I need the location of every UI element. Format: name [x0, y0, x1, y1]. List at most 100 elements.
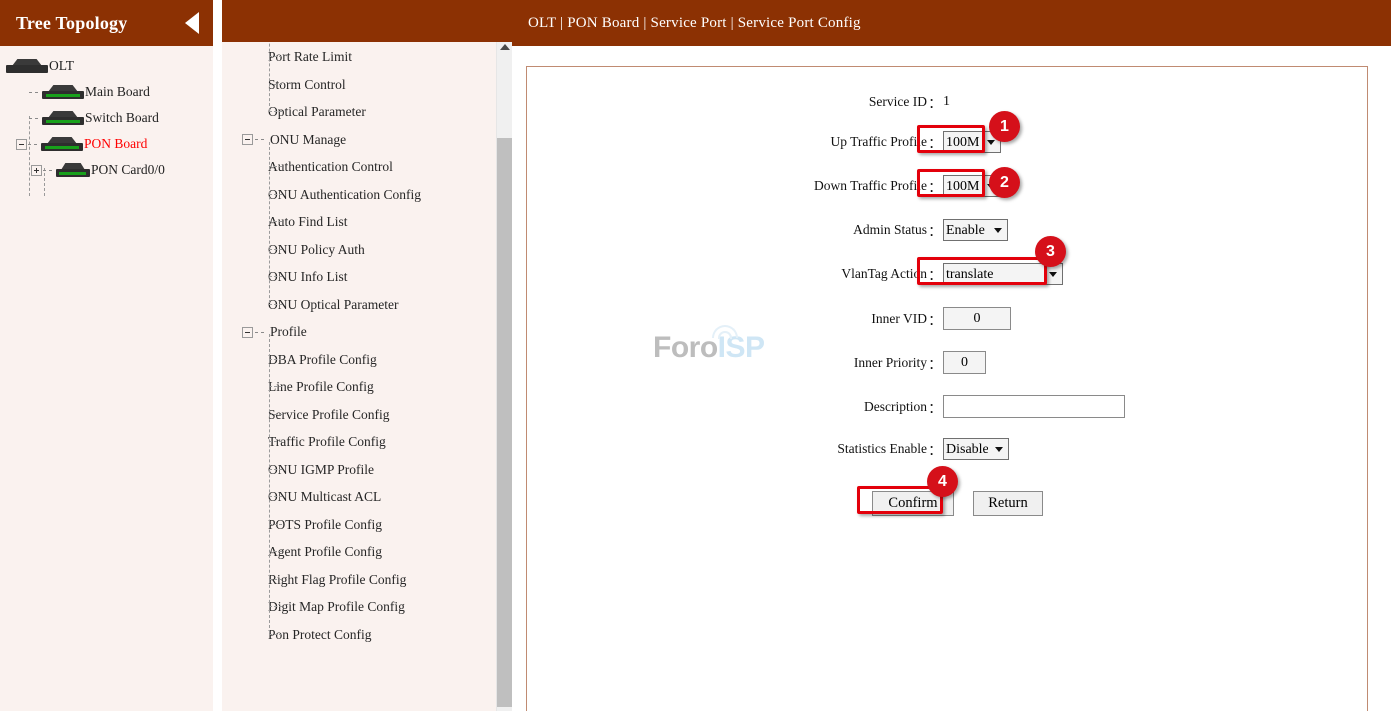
- menu-expander-minus-icon[interactable]: [242, 134, 253, 146]
- menu-item-14[interactable]: Service Profile Config: [222, 401, 500, 429]
- menu-item-7[interactable]: Auto Find List: [222, 209, 500, 237]
- label-colon: ：: [928, 96, 942, 111]
- menu-connector: [269, 276, 282, 278]
- menu-item-3[interactable]: Optical Parameter: [222, 99, 500, 127]
- menu-item-label: Right Flag Profile Config: [268, 571, 407, 587]
- tree-node-switch-board[interactable]: Switch Board: [0, 105, 213, 131]
- tree-node-olt[interactable]: OLT: [0, 53, 213, 79]
- menu-item-2[interactable]: Storm Control: [222, 71, 500, 99]
- menu-item-label: Auto Find List: [268, 214, 348, 230]
- form-row-admin-status: Admin Status ： Enable: [527, 219, 1367, 241]
- menu-item-label: ONU IGMP Profile: [268, 461, 374, 477]
- tree-topology-header: Tree Topology: [0, 0, 213, 46]
- label-colon: ：: [928, 268, 942, 283]
- menu-group-11[interactable]: Profile: [222, 319, 500, 347]
- label-inner-vid: Inner VID: [871, 310, 927, 326]
- menu-item-label: Optical Parameter: [268, 104, 366, 120]
- form-row-vlantag-action: VlanTag Action ： translate: [527, 263, 1367, 285]
- menu-item-label: ONU Info List: [268, 269, 348, 285]
- device-board-icon: [42, 111, 84, 125]
- menu-connector: [269, 606, 282, 608]
- menu-connector-vertical: [269, 141, 270, 303]
- menu-item-1[interactable]: Port Rate Limit: [222, 44, 500, 72]
- menu-connector: [269, 633, 282, 635]
- menu-connector: [255, 139, 264, 141]
- value-service-id: 1: [943, 94, 950, 109]
- menu-item-8[interactable]: ONU Policy Auth: [222, 236, 500, 264]
- menu-item-label: Traffic Profile Config: [268, 434, 386, 450]
- label-inner-priority: Inner Priority: [853, 354, 927, 370]
- label-colon: ：: [928, 224, 942, 239]
- inner-vid-input[interactable]: [943, 307, 1011, 330]
- menu-item-12[interactable]: DBA Profile Config: [222, 346, 500, 374]
- menu-scrollbar[interactable]: [496, 42, 512, 711]
- menu-item-label: POTS Profile Config: [268, 516, 383, 532]
- label-colon: ：: [928, 136, 942, 151]
- watermark-arc-inner-icon: [718, 331, 732, 339]
- navigation-menu-panel: Port Extend ConfigPort Rate LimitStorm C…: [222, 0, 512, 711]
- menu-item-label: Port Rate Limit: [268, 49, 352, 65]
- menu-item-20[interactable]: Right Flag Profile Config: [222, 566, 500, 594]
- menu-connector: [269, 386, 282, 388]
- menu-connector: [269, 441, 282, 443]
- annotation-badge-1: 1: [989, 111, 1020, 142]
- tree-connector: [43, 169, 52, 171]
- menu-item-18[interactable]: POTS Profile Config: [222, 511, 500, 539]
- menu-item-13[interactable]: Line Profile Config: [222, 374, 500, 402]
- form-action-buttons: Confirm Return: [872, 491, 1043, 516]
- form-row-description: Description ：: [527, 395, 1367, 418]
- menu-item-label: Pon Protect Config: [268, 626, 372, 642]
- tree-topology-panel: Tree Topology OLT Main Board Switch Boar…: [0, 0, 213, 711]
- form-row-down-traffic-profile: Down Traffic Profile ： 100M: [527, 175, 1367, 197]
- menu-connector: [269, 468, 282, 470]
- label-colon: ：: [928, 356, 942, 372]
- tree-node-main-board[interactable]: Main Board: [0, 79, 213, 105]
- label-description: Description: [864, 398, 927, 414]
- menu-item-15[interactable]: Traffic Profile Config: [222, 429, 500, 457]
- menu-connector: [269, 413, 282, 415]
- inner-priority-input[interactable]: [943, 351, 986, 374]
- tree-node-list: OLT Main Board Switch Board PON Board PO…: [0, 46, 213, 196]
- scroll-up-arrow-icon[interactable]: [500, 44, 510, 50]
- device-board-icon: [41, 137, 83, 151]
- menu-item-17[interactable]: ONU Multicast ACL: [222, 484, 500, 512]
- scrollbar-thumb[interactable]: [497, 138, 512, 707]
- return-button[interactable]: Return: [973, 491, 1043, 516]
- menu-item-5[interactable]: Authentication Control: [222, 154, 500, 182]
- navigation-menu-list: Port Extend ConfigPort Rate LimitStorm C…: [222, 16, 500, 649]
- menu-connector: [269, 358, 282, 360]
- menu-item-label: Digit Map Profile Config: [268, 599, 405, 615]
- service-port-config-panel: ForoISP Service ID ： 1 Up Traffic Profil…: [526, 66, 1368, 711]
- menu-item-9[interactable]: ONU Info List: [222, 264, 500, 292]
- device-olt-icon: [6, 59, 48, 73]
- menu-item-22[interactable]: Pon Protect Config: [222, 621, 500, 649]
- tree-node-pon-board[interactable]: PON Board: [0, 131, 213, 157]
- menu-item-19[interactable]: Agent Profile Config: [222, 539, 500, 567]
- menu-expander-minus-icon[interactable]: [242, 326, 253, 338]
- menu-item-label: ONU Optical Parameter: [268, 296, 399, 312]
- annotation-badge-2: 2: [989, 167, 1020, 198]
- menu-item-21[interactable]: Digit Map Profile Config: [222, 594, 500, 622]
- description-input[interactable]: [943, 395, 1125, 418]
- menu-connector: [269, 578, 282, 580]
- statistics-enable-select[interactable]: Disable: [943, 438, 1009, 460]
- menu-item-10[interactable]: ONU Optical Parameter: [222, 291, 500, 319]
- collapse-panel-icon[interactable]: [185, 12, 199, 34]
- menu-item-6[interactable]: ONU Authentication Config: [222, 181, 500, 209]
- tree-expander-plus-icon[interactable]: [31, 164, 42, 176]
- menu-connector: [269, 193, 282, 195]
- menu-connector: [269, 523, 282, 525]
- form-row-inner-priority: Inner Priority ：: [527, 351, 1367, 374]
- menu-connector: [269, 111, 282, 113]
- menu-group-4[interactable]: ONU Manage: [222, 126, 500, 154]
- menu-item-label: ONU Policy Auth: [268, 241, 365, 257]
- tree-node-pon-card[interactable]: PON Card0/0: [0, 157, 213, 183]
- menu-item-16[interactable]: ONU IGMP Profile: [222, 456, 500, 484]
- menu-item-label: Agent Profile Config: [268, 544, 382, 560]
- admin-status-select[interactable]: Enable: [943, 219, 1008, 241]
- main-content-area: OLT | PON Board | Service Port | Service…: [512, 0, 1391, 711]
- annotation-badge-4: 4: [927, 466, 958, 497]
- tree-expander-minus-icon[interactable]: [16, 138, 27, 150]
- menu-connector: [269, 166, 282, 168]
- menu-item-label: Service Profile Config: [268, 406, 390, 422]
